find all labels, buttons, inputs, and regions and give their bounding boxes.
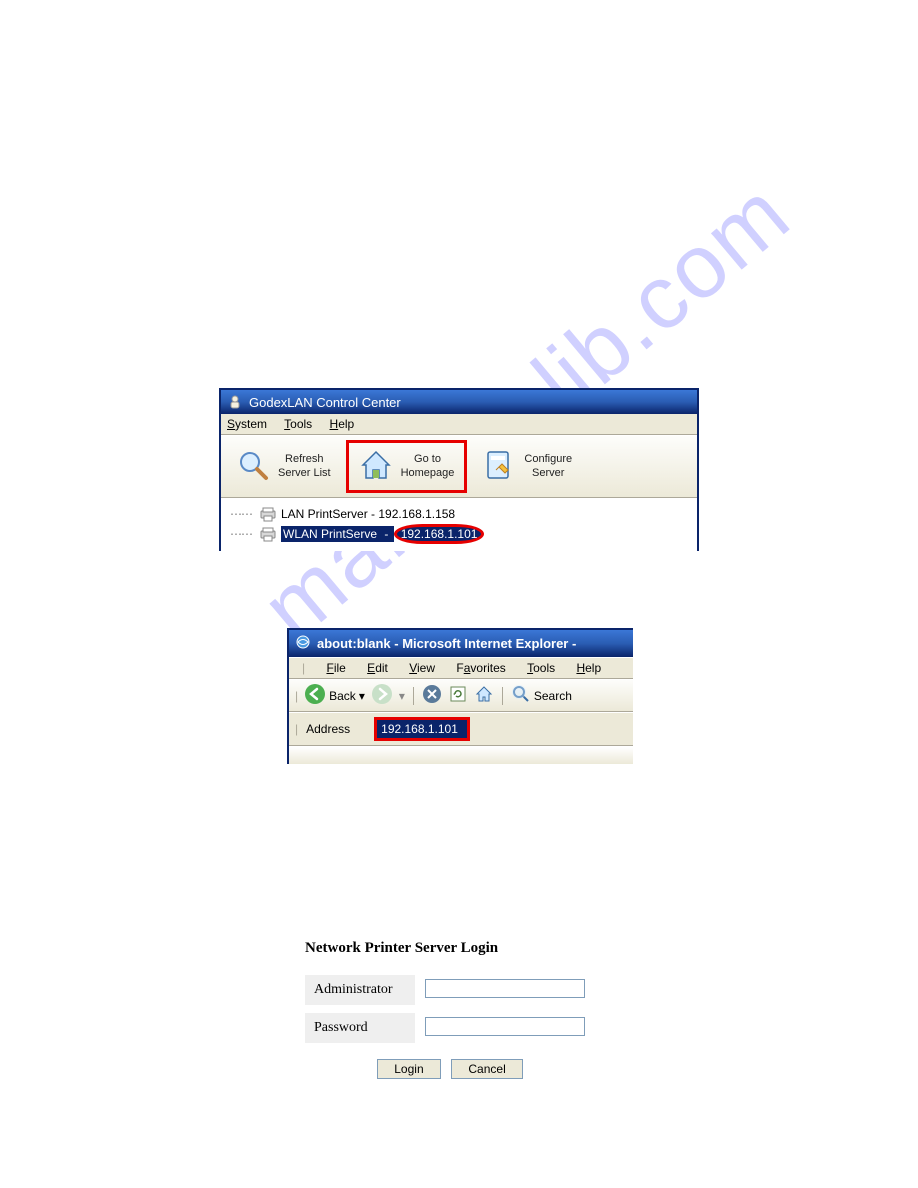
- ie-titlebar[interactable]: about:blank - Microsoft Internet Explore…: [289, 630, 633, 657]
- ie-icon: [295, 634, 311, 653]
- address-input[interactable]: 192.168.1.101: [377, 720, 467, 738]
- ie-toolbar: | Back ▾ ▾ Search: [289, 679, 633, 712]
- ie-back-button[interactable]: Back ▾: [304, 683, 365, 708]
- printer-icon: [259, 526, 277, 542]
- server-tree: ⋯⋯ LAN PrintServer - 192.168.1.158 ⋯⋯ WL…: [221, 498, 697, 551]
- password-input[interactable]: [425, 1017, 585, 1036]
- menu-help[interactable]: Help: [330, 417, 355, 431]
- ie-content-area: [289, 746, 633, 764]
- godexlan-window: GodexLAN Control Center SSystemystem Too…: [219, 388, 699, 551]
- magnifier-icon: [236, 448, 270, 485]
- ie-menu-view[interactable]: View: [403, 659, 441, 677]
- address-highlight: 192.168.1.101: [374, 717, 470, 741]
- highlighted-ip: 192.168.1.101: [394, 524, 485, 544]
- configure-server-button[interactable]: ConfigureServer: [471, 440, 583, 493]
- menu-system[interactable]: SSystemystem: [227, 417, 267, 431]
- ie-refresh-button[interactable]: [448, 684, 468, 707]
- tree-row-lan-printserver[interactable]: ⋯⋯ LAN PrintServer - 192.168.1.158: [225, 505, 693, 523]
- tree-connector-icon: ⋯⋯: [227, 527, 255, 541]
- dropdown-arrow-icon: ▾: [399, 689, 405, 703]
- refresh-label: RefreshServer List: [278, 453, 331, 481]
- refresh-server-list-button[interactable]: RefreshServer List: [225, 440, 342, 493]
- ie-forward-button[interactable]: [371, 683, 393, 708]
- toolbar-separator: [413, 687, 414, 705]
- back-label: Back: [329, 689, 356, 703]
- login-title: Network Printer Server Login: [305, 940, 595, 957]
- printer-icon: [259, 506, 277, 522]
- godexlan-title: GodexLAN Control Center: [249, 395, 401, 410]
- ie-menu-favorites[interactable]: Favorites: [450, 659, 511, 677]
- administrator-row: Administrator: [305, 975, 595, 1005]
- ie-home-button[interactable]: [474, 684, 494, 707]
- administrator-label: Administrator: [305, 975, 415, 1005]
- login-button[interactable]: Login: [377, 1059, 440, 1079]
- search-label: Search: [534, 689, 572, 703]
- home-icon: [359, 448, 393, 485]
- tree-label-wlan: WLAN PrintServe - 192.168.1.101: [281, 524, 484, 544]
- configure-label: ConfigureServer: [524, 453, 572, 481]
- menu-tools[interactable]: Tools: [284, 417, 312, 431]
- ie-menu-edit[interactable]: Edit: [361, 659, 394, 677]
- godexlan-titlebar[interactable]: GodexLAN Control Center: [221, 390, 697, 414]
- ie-address-bar: | Address 192.168.1.101: [289, 712, 633, 746]
- godexlan-menubar: SSystemystem Tools Help: [221, 414, 697, 435]
- tree-connector-icon: ⋯⋯: [227, 507, 255, 521]
- godexlan-toolbar: RefreshServer List Go toHomepage Configu…: [221, 435, 697, 498]
- app-icon: [227, 394, 243, 410]
- ie-menu-help[interactable]: Help: [570, 659, 607, 677]
- ie-menu-file[interactable]: File: [320, 659, 351, 677]
- tree-row-wlan-printserver[interactable]: ⋯⋯ WLAN PrintServe - 192.168.1.101: [225, 523, 693, 545]
- ie-stop-button[interactable]: [422, 684, 442, 707]
- cancel-button[interactable]: Cancel: [451, 1059, 522, 1079]
- back-arrow-icon: [304, 683, 326, 708]
- go-to-homepage-button[interactable]: Go toHomepage: [346, 440, 468, 493]
- address-label: Address: [306, 722, 350, 736]
- login-form: Network Printer Server Login Administrat…: [305, 940, 595, 1079]
- ie-title: about:blank - Microsoft Internet Explore…: [317, 636, 576, 651]
- homepage-label: Go toHomepage: [401, 453, 455, 481]
- configure-icon: [482, 448, 516, 485]
- tree-label-lan: LAN PrintServer - 192.168.1.158: [281, 507, 455, 521]
- administrator-input[interactable]: [425, 979, 585, 998]
- ie-menubar: | File Edit View Favorites Tools Help: [289, 657, 633, 679]
- ie-menu-tools[interactable]: Tools: [521, 659, 561, 677]
- search-icon: [511, 684, 531, 707]
- password-row: Password: [305, 1013, 595, 1043]
- ie-window: about:blank - Microsoft Internet Explore…: [287, 628, 633, 764]
- password-label: Password: [305, 1013, 415, 1043]
- dropdown-arrow-icon: ▾: [359, 689, 365, 703]
- ie-search-button[interactable]: Search: [511, 684, 572, 707]
- toolbar-separator: [502, 687, 503, 705]
